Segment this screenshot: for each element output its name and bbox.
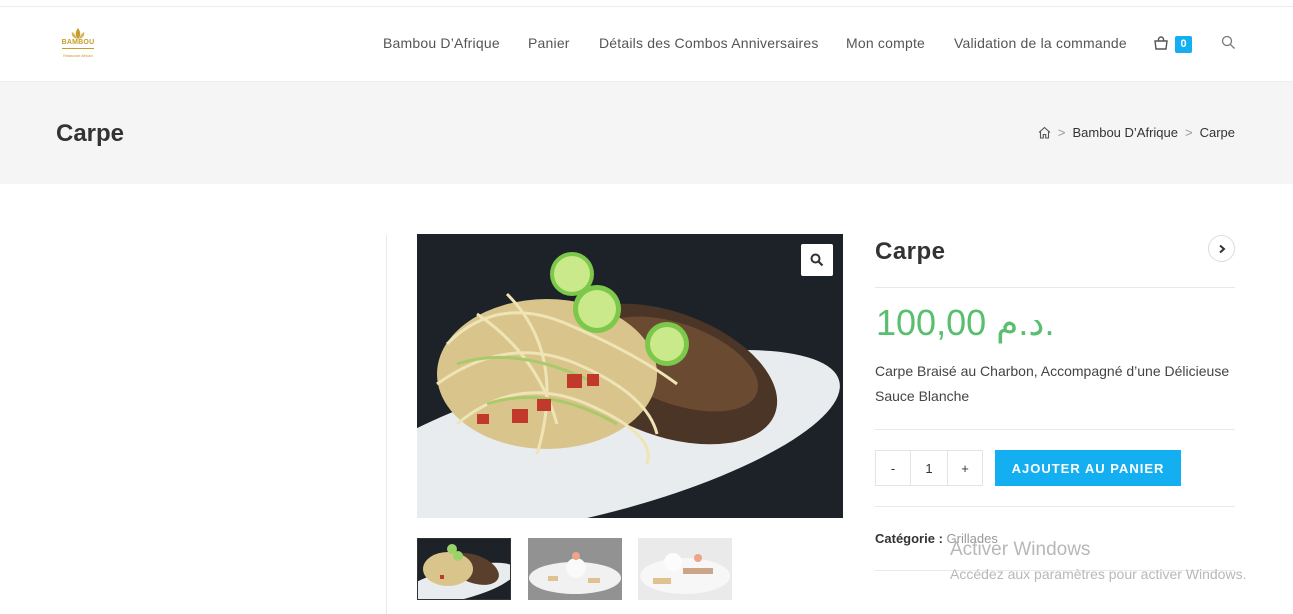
add-to-cart-button[interactable]: AJOUTER AU PANIER <box>995 450 1181 486</box>
cart-icon <box>1154 36 1168 50</box>
thumbnail-photo <box>638 538 732 600</box>
nav-mon-compte[interactable]: Mon compte <box>846 35 925 51</box>
site-header: BAMBOU Restaurant Africain Bambou D’Afri… <box>0 7 1293 82</box>
nav-validation-commande[interactable]: Validation de la commande <box>954 35 1127 51</box>
cart-count-badge: 0 <box>1175 36 1192 53</box>
watermark-title: Activer Windows <box>950 539 1091 560</box>
chevron-right-icon <box>1218 244 1226 253</box>
page-title: Carpe <box>56 120 125 147</box>
zoom-button[interactable] <box>801 244 833 276</box>
category-label: Catégorie : <box>875 531 943 546</box>
divider <box>875 287 1235 288</box>
search-icon <box>1221 35 1235 49</box>
quantity-decrease-button[interactable]: - <box>875 450 911 486</box>
breadcrumb: > Bambou D’Afrique > Carpe <box>1038 125 1235 140</box>
thumbnail-3[interactable] <box>638 538 732 600</box>
zoom-icon <box>810 253 824 267</box>
thumbnail-photo <box>418 539 510 599</box>
product-title: Carpe <box>875 238 946 265</box>
next-product-button[interactable] <box>1208 235 1235 262</box>
search-button[interactable] <box>1221 35 1237 51</box>
nav-bambou-dafrique[interactable]: Bambou D’Afrique <box>383 35 500 51</box>
home-icon[interactable] <box>1038 126 1051 139</box>
sidebar-divider <box>386 235 387 614</box>
thumbnail-photo <box>528 538 622 600</box>
nav-details-combos[interactable]: Détails des Combos Anniversaires <box>599 35 819 51</box>
thumbnail-2[interactable] <box>528 538 622 600</box>
top-strip <box>0 0 1293 7</box>
product-main-image[interactable] <box>417 234 843 518</box>
windows-activation-watermark: Activer Windows Accédez aux paramètres p… <box>950 539 1246 582</box>
product-photo <box>417 234 843 518</box>
divider <box>875 429 1235 430</box>
watermark-subtitle: Accédez aux paramètres pour activer Wind… <box>950 566 1247 582</box>
product-description: Carpe Braisé au Charbon, Accompagné d’un… <box>875 363 1230 404</box>
quantity-increase-button[interactable]: + <box>947 450 983 486</box>
breadcrumb-separator: > <box>1057 125 1066 140</box>
quantity-input[interactable]: 1 <box>910 450 948 486</box>
logo-name: BAMBOU <box>61 39 95 46</box>
page-header: Carpe > Bambou D’Afrique > Carpe <box>0 82 1293 184</box>
nav-panier[interactable]: Panier <box>528 35 570 51</box>
product-price: 100,00 د.م. <box>876 302 1055 343</box>
site-logo[interactable]: BAMBOU Restaurant Africain <box>56 26 100 62</box>
breadcrumb-current: Carpe <box>1199 125 1235 140</box>
divider <box>875 506 1235 507</box>
breadcrumb-separator: > <box>1184 125 1193 140</box>
cart-button[interactable]: 0 <box>1154 34 1194 54</box>
breadcrumb-link-bambou[interactable]: Bambou D’Afrique <box>1072 125 1178 140</box>
thumbnail-1[interactable] <box>417 538 511 600</box>
logo-tagline: Restaurant Africain <box>63 54 93 58</box>
